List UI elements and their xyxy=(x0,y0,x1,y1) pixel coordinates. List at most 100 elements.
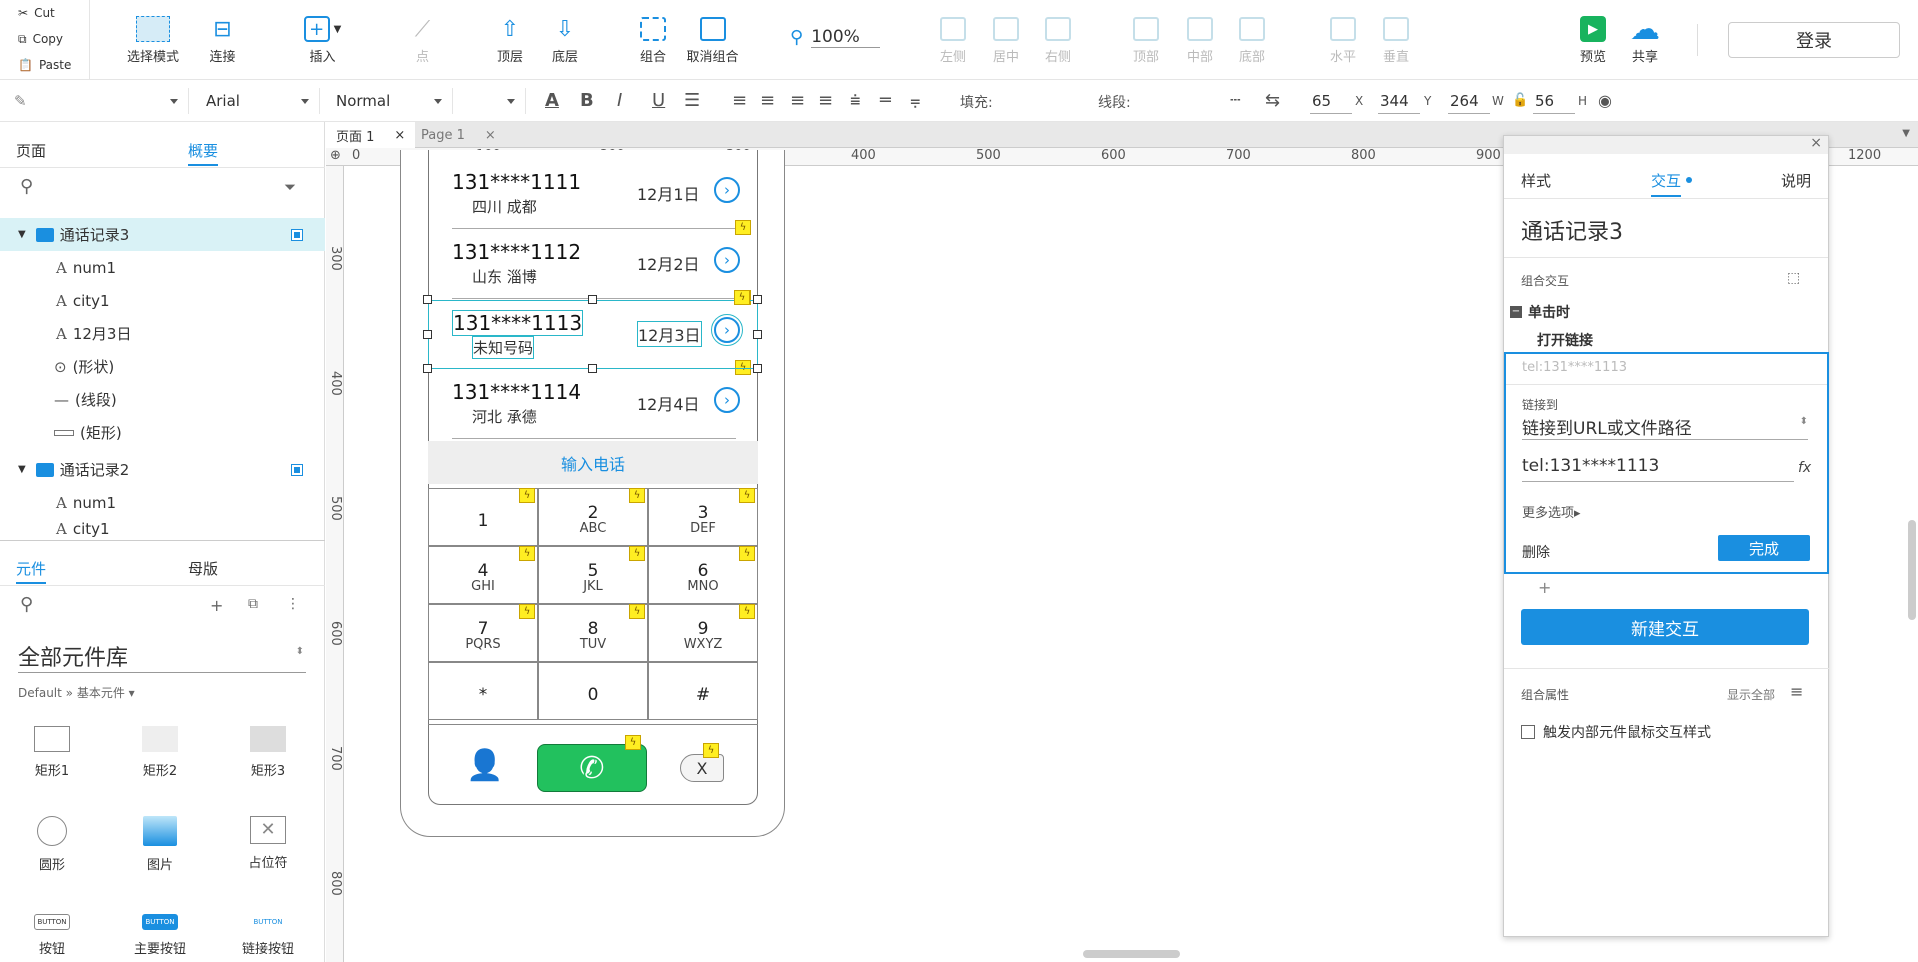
close-icon[interactable]: × xyxy=(485,128,496,143)
valign-top-icon[interactable]: ⩧ xyxy=(850,90,861,111)
trigger-inner-checkbox[interactable]: 触发内部元件鼠标交互样式 xyxy=(1521,722,1711,742)
x-input[interactable]: 65 xyxy=(1310,88,1352,114)
tab-outline[interactable]: 概要 xyxy=(188,140,218,161)
keypad-key-2[interactable]: 2 ABC ϟ xyxy=(538,488,648,546)
arrow-style-icon[interactable]: ⇆ xyxy=(1265,90,1280,111)
add-library-icon[interactable]: + xyxy=(210,596,223,615)
widget-rect3[interactable]: 矩形3 xyxy=(228,726,308,779)
tab-page-1-en[interactable]: Page 1 × xyxy=(411,122,506,148)
outline-item[interactable]: (矩形) xyxy=(0,416,325,449)
w-input[interactable]: 264 xyxy=(1448,88,1490,114)
outline-item[interactable]: Acity1 xyxy=(0,284,325,317)
keypad-key-4[interactable]: 4 GHI ϟ xyxy=(428,546,538,604)
resize-handle[interactable] xyxy=(588,364,597,373)
outline-item[interactable]: A 12月3日 xyxy=(0,317,325,350)
url-input[interactable]: tel:131****1113 xyxy=(1522,456,1794,482)
keypad-key-10[interactable]: * xyxy=(428,662,538,720)
keypad-key-6[interactable]: 6 MNO ϟ xyxy=(648,546,758,604)
close-icon[interactable]: × xyxy=(1810,135,1822,151)
distribute-h-button[interactable]: 水平 xyxy=(1325,12,1361,65)
justify-icon[interactable]: ≡ xyxy=(818,90,833,111)
lock-icon[interactable]: 🔓 xyxy=(1512,93,1528,108)
point-button[interactable]: ⟋ 点 xyxy=(400,12,445,66)
outline-item[interactable]: Anum1 xyxy=(0,486,325,519)
valign-bottom-icon[interactable]: ⩦ xyxy=(910,90,921,111)
tab-notes[interactable]: 说明 xyxy=(1781,170,1811,191)
keypad-key-9[interactable]: 9 WXYZ ϟ xyxy=(648,604,758,662)
zoom-control[interactable]: ⚲ 100% xyxy=(790,22,880,52)
select-mode-button[interactable]: 选择模式 xyxy=(118,12,188,65)
align-right-button[interactable]: 右侧 xyxy=(1040,12,1076,65)
keypad-key-5[interactable]: 5 JKL ϟ xyxy=(538,546,648,604)
keypad-key-3[interactable]: 3 DEF ϟ xyxy=(648,488,758,546)
font-size-select[interactable] xyxy=(460,88,526,114)
resize-handle[interactable] xyxy=(423,330,432,339)
event-on-click[interactable]: − 单击时 xyxy=(1510,302,1570,322)
call-button[interactable]: ✆ xyxy=(537,744,647,792)
close-icon[interactable]: × xyxy=(394,128,405,143)
horizontal-scrollbar[interactable] xyxy=(1083,950,1180,958)
more-options-link[interactable]: 更多选项▸ xyxy=(1522,502,1581,521)
align-top-button[interactable]: 顶部 xyxy=(1128,12,1164,65)
tab-style[interactable]: 样式 xyxy=(1521,170,1551,191)
widget-rect2[interactable]: 矩形2 xyxy=(120,726,200,779)
chevron-right-icon[interactable]: › xyxy=(714,177,740,203)
align-center-button[interactable]: 居中 xyxy=(988,12,1024,65)
delete-button[interactable]: 删除 xyxy=(1522,542,1550,562)
widget-image[interactable]: 图片 xyxy=(120,816,200,873)
library-copy-icon[interactable]: ⧉ xyxy=(248,596,258,612)
preview-button[interactable]: ▶ 预览 xyxy=(1575,12,1611,65)
call-record-4[interactable]: 131****1114 河北 承德 12月4日 › xyxy=(428,377,758,447)
bullet-list-icon[interactable]: ☰ xyxy=(684,90,700,111)
cut-button[interactable]: ✂ Cut xyxy=(0,0,89,26)
done-button[interactable]: 完成 xyxy=(1718,535,1810,561)
stroke-pattern-icon[interactable]: ┄ xyxy=(1230,90,1241,111)
copy-button[interactable]: ⧉ Copy xyxy=(0,26,89,52)
widget-button[interactable]: BUTTON 按钮 xyxy=(12,914,92,954)
h-input[interactable]: 56 xyxy=(1533,88,1575,114)
insert-button[interactable]: + ▼ 插入 xyxy=(300,12,345,65)
widget-primary-button[interactable]: BUTTON 主要按钮 xyxy=(120,914,200,954)
vertical-scrollbar[interactable] xyxy=(1908,520,1916,620)
outline-item-group[interactable]: ▼ 通话记录2 xyxy=(0,453,325,486)
paste-button[interactable]: 📋 Paste xyxy=(0,52,89,78)
align-text-right-icon[interactable]: ≡ xyxy=(790,90,805,111)
tabs-menu-icon[interactable]: ▼ xyxy=(1902,128,1910,139)
outline-item[interactable]: Acity1 xyxy=(0,519,325,539)
resize-handle[interactable] xyxy=(588,295,597,304)
visibility-icon[interactable] xyxy=(291,463,303,476)
resize-handle[interactable] xyxy=(753,330,762,339)
outline-item[interactable]: ⊙ (形状) xyxy=(0,350,325,383)
widget-link-button[interactable]: BUTTON 链接按钮 xyxy=(228,914,308,954)
link-type-select[interactable]: 链接到URL或文件路径 ⬍ xyxy=(1522,414,1808,440)
y-input[interactable]: 344 xyxy=(1378,88,1420,114)
resize-handle[interactable] xyxy=(423,295,432,304)
tab-page-1[interactable]: 页面 1 × xyxy=(326,122,416,148)
widget-rect1[interactable]: 矩形1 xyxy=(12,726,92,779)
ungroup-button[interactable]: 取消组合 xyxy=(685,12,740,65)
keypad-key-7[interactable]: 7 PQRS ϟ xyxy=(428,604,538,662)
call-record-1[interactable]: 131****1111 四川 成都 12月1日 › ϟ xyxy=(428,167,758,237)
function-icon[interactable]: fx xyxy=(1798,460,1811,476)
delete-key[interactable]: X xyxy=(680,754,724,782)
style-select[interactable]: ✎ xyxy=(14,88,189,114)
font-color-icon[interactable]: A xyxy=(545,90,559,111)
tab-pages[interactable]: 页面 xyxy=(16,140,46,161)
italic-icon[interactable]: I xyxy=(617,90,622,111)
bottom-layer-button[interactable]: ⇩ 底层 xyxy=(545,12,585,66)
resize-handle[interactable] xyxy=(423,364,432,373)
resize-handle[interactable] xyxy=(753,295,762,304)
connect-button[interactable]: ⊟ 连接 xyxy=(200,12,245,66)
widget-circle[interactable]: 圆形 xyxy=(12,816,92,873)
chevron-right-icon[interactable]: › xyxy=(714,247,740,273)
search-icon[interactable]: ⚲ xyxy=(20,594,33,615)
keypad-key-1[interactable]: 1ϟ xyxy=(428,488,538,546)
filter-icon[interactable]: ⏷ xyxy=(284,178,296,196)
group-button[interactable]: 组合 xyxy=(633,12,673,65)
font-style-select[interactable]: Normal xyxy=(328,88,453,114)
login-button[interactable]: 登录 xyxy=(1728,22,1900,58)
chevron-right-icon[interactable]: › xyxy=(714,387,740,413)
new-interaction-button[interactable]: 新建交互 xyxy=(1521,609,1809,645)
menu-icon[interactable]: ≡ xyxy=(1790,682,1803,701)
interaction-picker-icon[interactable]: ⬚ xyxy=(1787,270,1800,286)
